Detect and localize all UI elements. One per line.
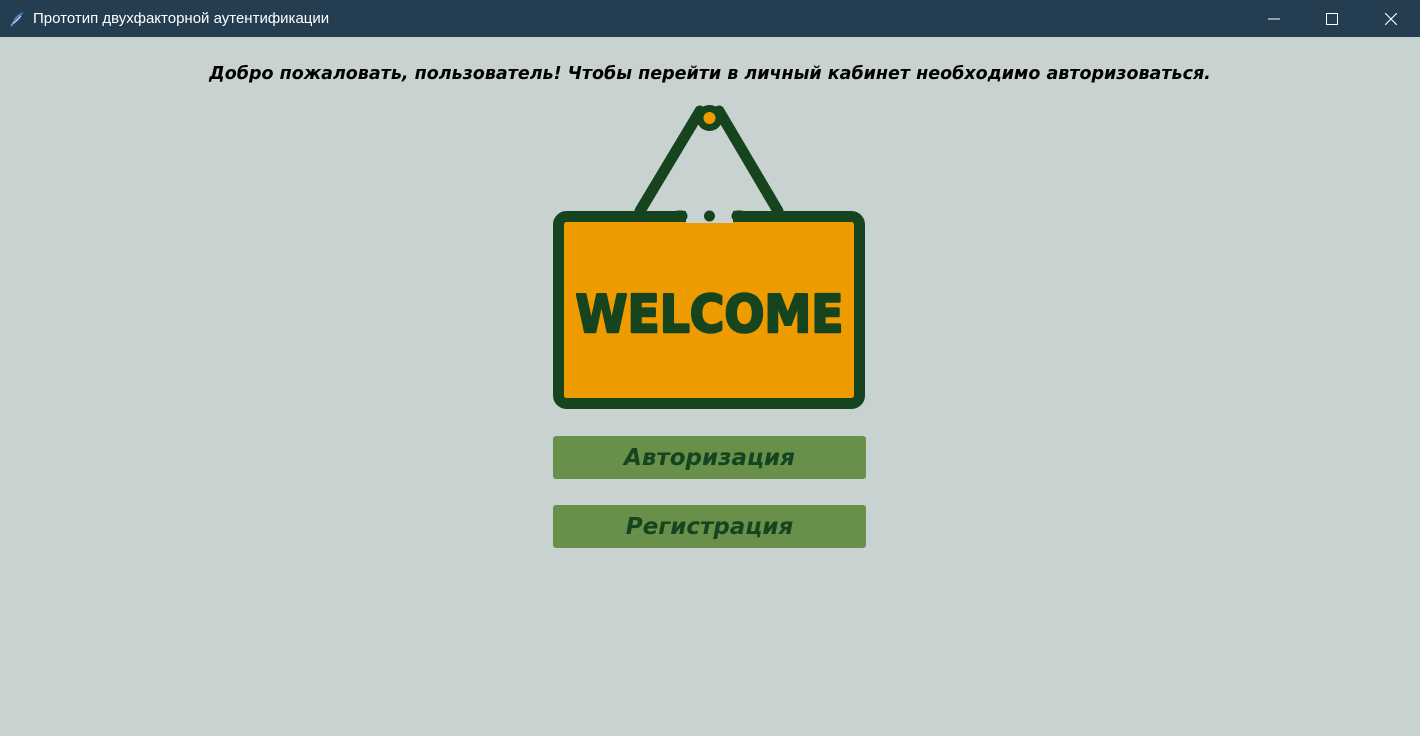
login-button[interactable]: Авторизация (553, 436, 866, 479)
close-icon (1384, 12, 1397, 25)
minimize-button[interactable] (1245, 0, 1303, 37)
maximize-icon (1326, 12, 1338, 25)
sign-nail-center (703, 112, 716, 124)
minimize-icon (1268, 18, 1280, 19)
window-title: Прототип двухфакторной аутентификации (33, 10, 330, 27)
welcome-sign-icon: WELCOME (553, 105, 865, 409)
sign-string-right (713, 105, 784, 217)
register-button[interactable]: Регистрация (553, 505, 866, 548)
python-feather-icon (10, 12, 24, 27)
title-bar[interactable]: Прототип двухфакторной аутентификации (0, 0, 1420, 37)
sign-hook-dot (704, 210, 715, 222)
welcome-message: Добро пожаловать, пользователь! Чтобы пе… (209, 64, 1211, 84)
maximize-button[interactable] (1303, 0, 1361, 37)
close-button[interactable] (1361, 0, 1420, 37)
sign-string-left (634, 105, 706, 217)
app-window: Прототип двухфакторной аутентификации До… (0, 0, 1420, 736)
sign-text: WELCOME (576, 285, 844, 345)
